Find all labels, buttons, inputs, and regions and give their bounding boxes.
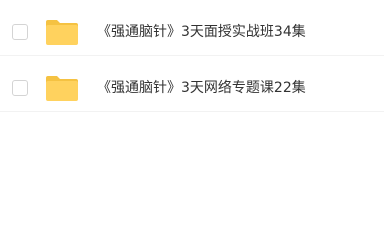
file-name[interactable]: 《强通脑针》3天网络专题课22集 xyxy=(97,78,306,98)
list-item[interactable]: 《强通脑针》3天面授实战班34集 xyxy=(0,0,384,56)
folder-icon xyxy=(45,74,79,102)
row-checkbox[interactable] xyxy=(12,24,28,40)
file-list: 《强通脑针》3天面授实战班34集 《强通脑针》3天网络专题课22集 xyxy=(0,0,384,244)
row-checkbox[interactable] xyxy=(12,80,28,96)
folder-icon xyxy=(45,18,79,46)
list-item[interactable]: 《强通脑针》3天网络专题课22集 xyxy=(0,56,384,112)
file-name[interactable]: 《强通脑针》3天面授实战班34集 xyxy=(97,22,306,42)
